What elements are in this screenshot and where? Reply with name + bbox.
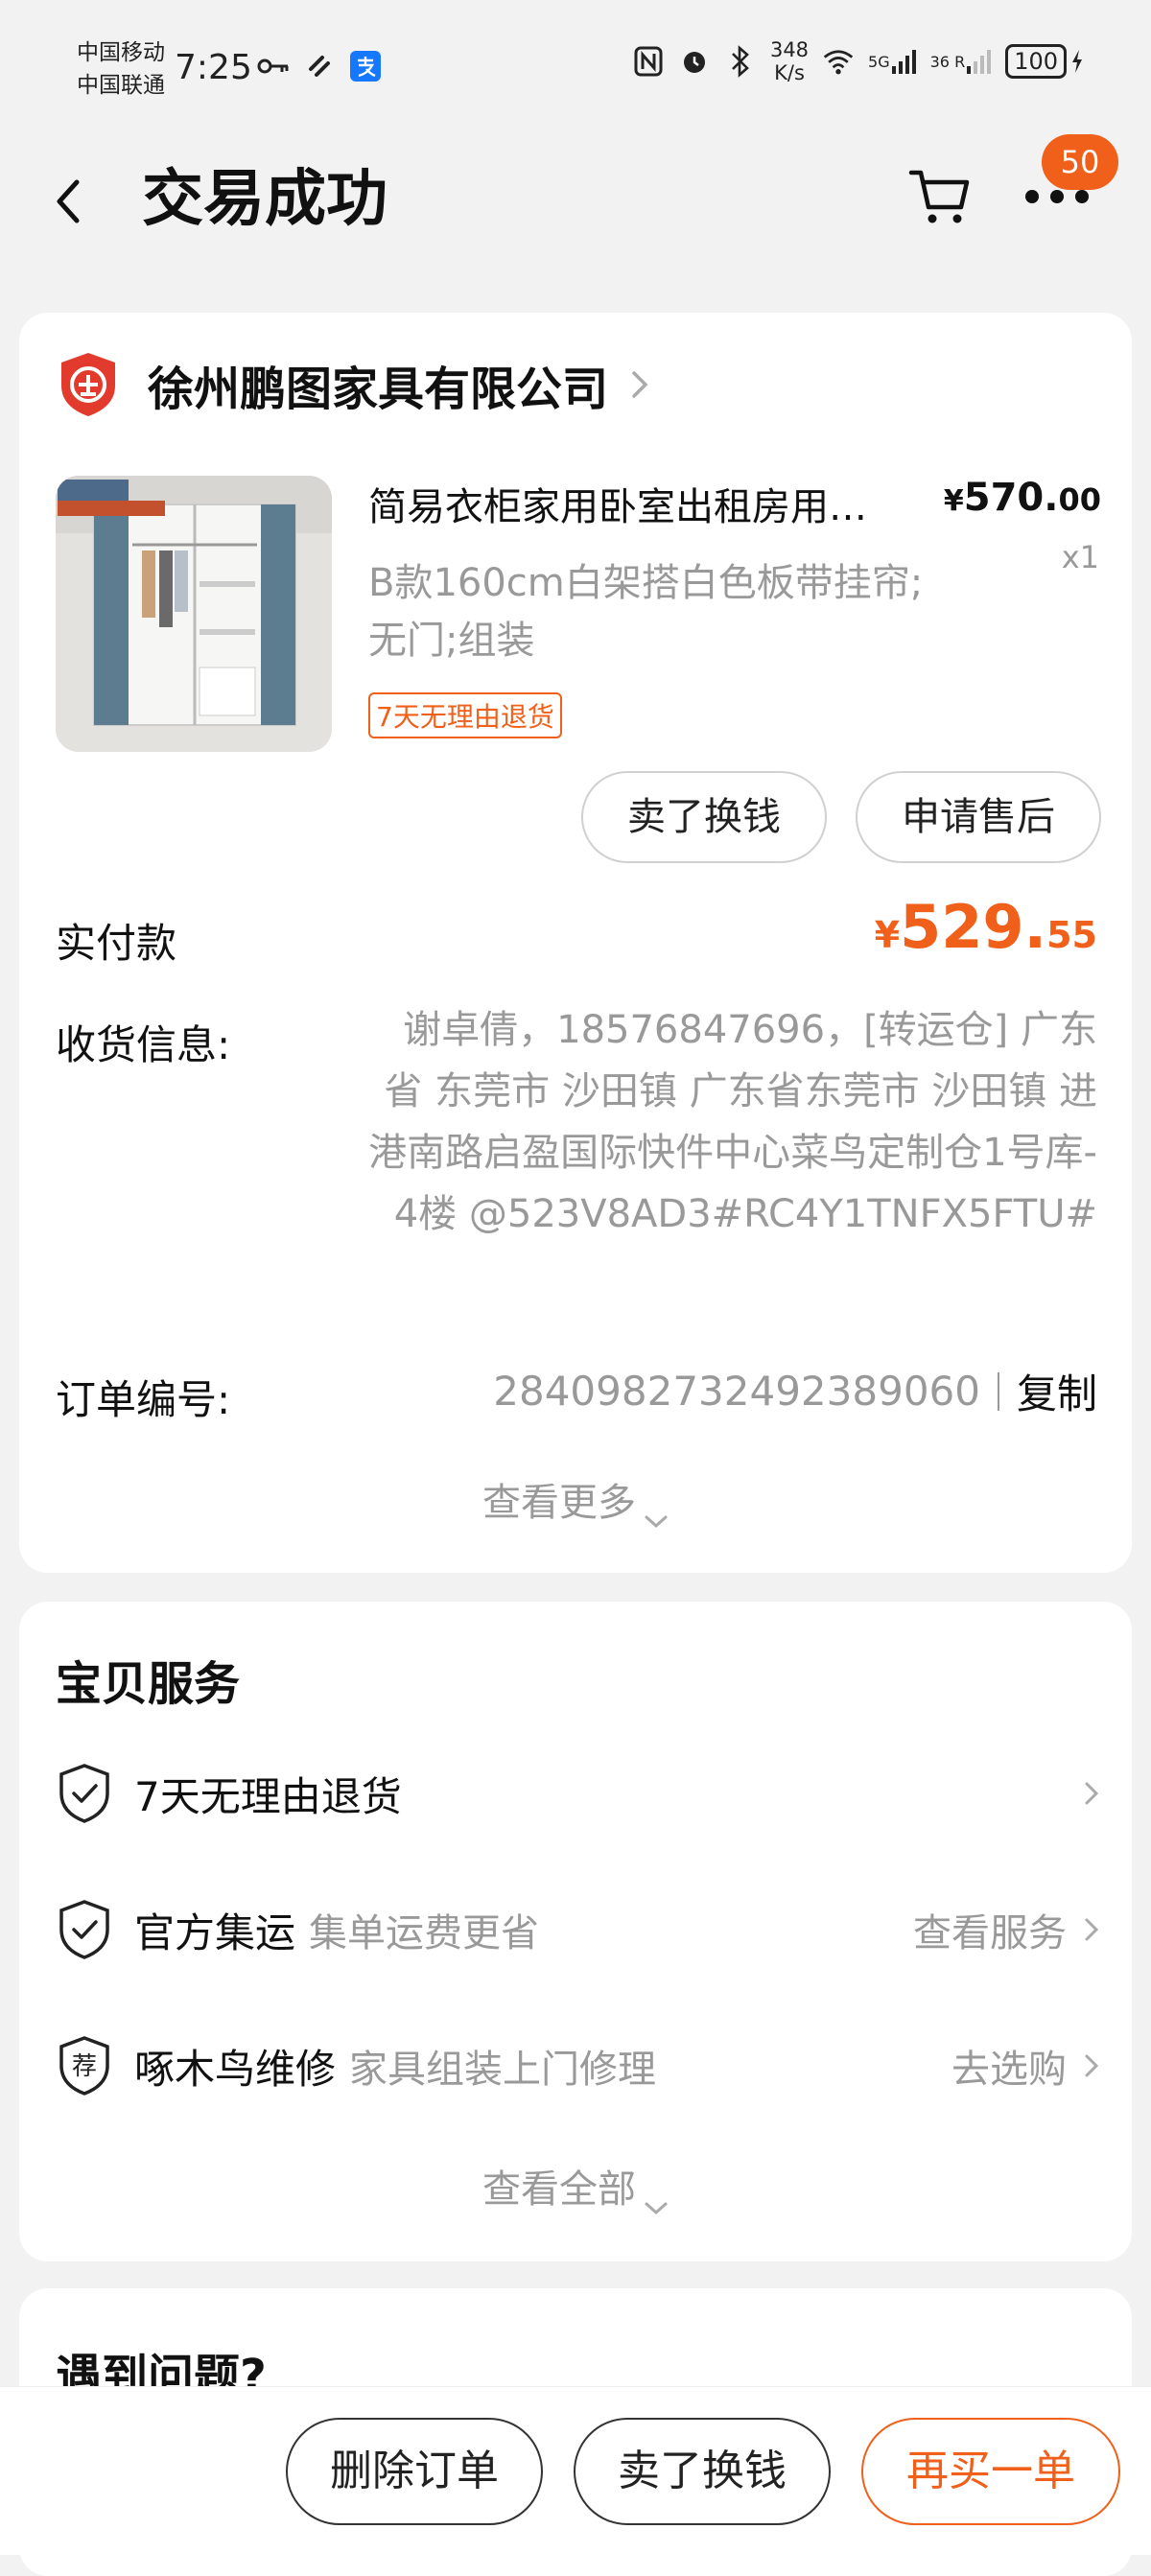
view-service-link[interactable]: 查看服务 xyxy=(913,1902,1067,1957)
buy-again-button[interactable]: 再买一单 xyxy=(861,2418,1120,2525)
message-badge[interactable]: 50 xyxy=(1042,134,1118,190)
wifi-icon xyxy=(822,45,855,78)
carrier-1: 中国移动 xyxy=(77,40,165,65)
status-icons-right: 348 K/s 5G 36 R 100 xyxy=(632,38,1084,84)
product-spec: B款160cm白架搭白色板带挂帘;无门;组装 xyxy=(368,561,924,663)
svg-text:荐: 荐 xyxy=(72,2052,97,2081)
services-card: 宝贝服务 7天无理由退货 官方集运 集单运费更省 查看服务 荐 啄木鸟维修 家具… xyxy=(19,1602,1132,2261)
service-row-return[interactable]: 7天无理由退货 xyxy=(56,1755,1101,1832)
sell-for-cash-button[interactable]: 卖了换钱 xyxy=(574,2418,831,2525)
key-icon xyxy=(257,50,290,82)
delete-order-button[interactable]: 删除订单 xyxy=(286,2418,543,2525)
enterprise-shield-icon xyxy=(58,351,119,418)
alarm-icon xyxy=(678,45,711,78)
product-title[interactable]: 简易衣柜家用卧室出租房用… xyxy=(368,476,944,531)
signal-3g-icon: 36 R xyxy=(930,45,993,78)
nav-bar: 交易成功 50 xyxy=(0,134,1151,269)
see-all-button[interactable]: 查看全部 xyxy=(19,2158,1132,2215)
link-icon xyxy=(303,50,336,82)
address-value: 谢卓倩，18576847696，[转运仓] 广东省 东莞市 沙田镇 广东省东莞市… xyxy=(368,1008,1097,1236)
product-quantity: x1 xyxy=(1061,539,1099,575)
shield-check-icon xyxy=(56,1762,113,1825)
back-icon[interactable] xyxy=(46,167,94,234)
alipay-icon xyxy=(349,50,382,82)
chevron-down-icon xyxy=(644,2183,669,2215)
return-policy-tag: 7天无理由退货 xyxy=(368,692,562,738)
service-row-consolidation[interactable]: 官方集运 集单运费更省 查看服务 xyxy=(56,1891,1101,1968)
shield-check-icon xyxy=(56,1898,113,1961)
address-label: 收货信息: xyxy=(56,1021,231,1068)
store-row[interactable]: 徐州鹏图家具有限公司 xyxy=(58,351,652,418)
chevron-right-icon xyxy=(627,365,652,404)
product-price: ¥570.00 xyxy=(943,476,1101,520)
see-more-button[interactable]: 查看更多 xyxy=(19,1471,1132,1529)
nfc-icon xyxy=(632,45,665,78)
signal-5g-icon: 5G xyxy=(868,45,917,78)
sell-button[interactable]: 卖了换钱 xyxy=(581,771,827,863)
bluetooth-icon xyxy=(724,45,757,78)
order-number-label: 订单编号: xyxy=(56,1376,231,1423)
battery-icon: 100 xyxy=(1005,44,1084,79)
paid-amount: ¥529.55 xyxy=(874,892,1097,962)
status-time: 7:25 xyxy=(175,48,252,87)
order-number-value: 2840982732492389060 xyxy=(493,1368,980,1415)
status-bar: 中国移动 中国联通 7:25 348 K/s 5G 36 R 100 xyxy=(0,0,1151,134)
copy-button[interactable]: 复制 xyxy=(1017,1362,1097,1420)
carrier-2: 中国联通 xyxy=(77,73,165,98)
service-row-repair[interactable]: 荐 啄木鸟维修 家具组装上门修理 去选购 xyxy=(56,2027,1101,2104)
carrier-labels: 中国移动 中国联通 xyxy=(77,36,165,102)
recommend-shield-icon: 荐 xyxy=(56,2034,113,2097)
product-thumbnail[interactable] xyxy=(56,476,332,752)
order-number-row: 2840982732492389060 复制 xyxy=(493,1362,1097,1420)
paid-label: 实付款 xyxy=(56,920,177,967)
bottom-action-bar: 删除订单 卖了换钱 再买一单 xyxy=(0,2386,1151,2555)
cart-icon[interactable] xyxy=(907,163,975,230)
go-shop-link[interactable]: 去选购 xyxy=(951,2038,1067,2094)
store-name: 徐州鹏图家具有限公司 xyxy=(148,363,609,416)
order-card: 徐州鹏图家具有限公司 简易衣柜家用卧室出租房用… ¥570.00 x1 B款16… xyxy=(19,313,1132,1573)
divider xyxy=(997,1371,999,1411)
after-sale-button[interactable]: 申请售后 xyxy=(856,771,1101,863)
services-title: 宝贝服务 xyxy=(56,1657,241,1711)
status-icons-left xyxy=(257,50,382,82)
page-title: 交易成功 xyxy=(142,164,388,235)
chevron-down-icon xyxy=(644,1496,669,1529)
net-speed: 348 K/s xyxy=(769,38,810,84)
